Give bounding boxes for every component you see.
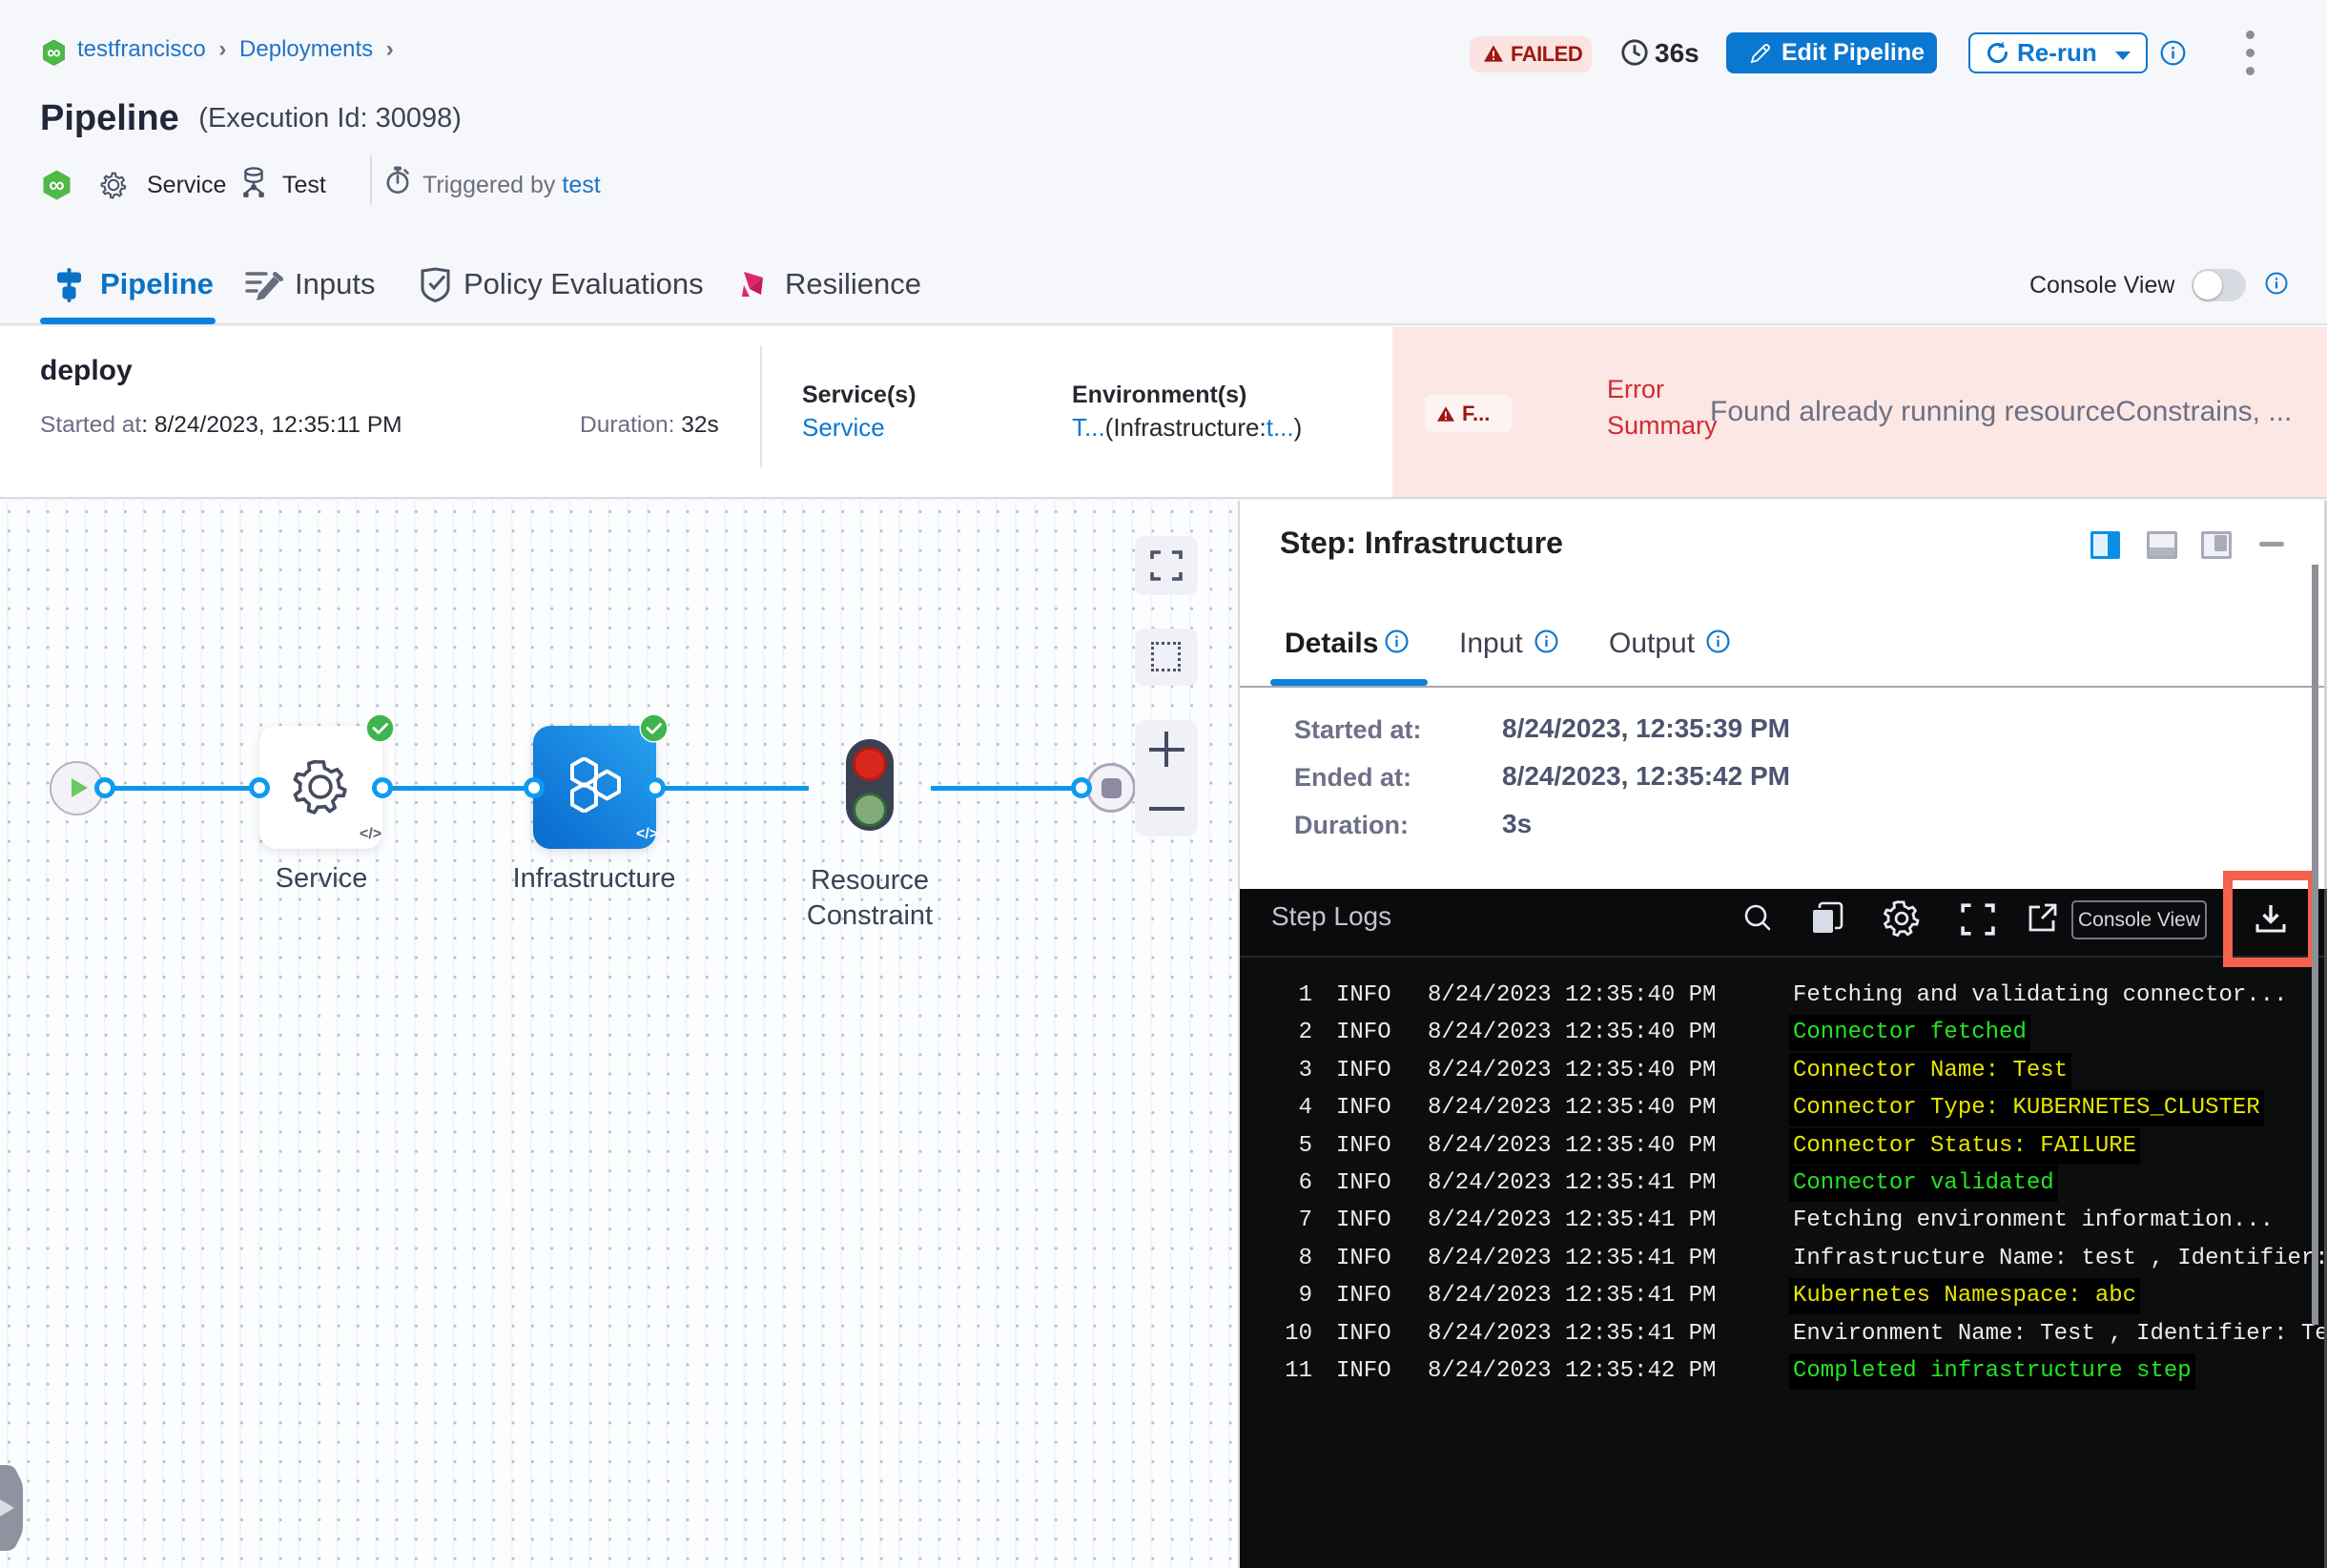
svg-text:∞: ∞ — [49, 173, 64, 197]
svg-text:∞: ∞ — [47, 43, 60, 64]
